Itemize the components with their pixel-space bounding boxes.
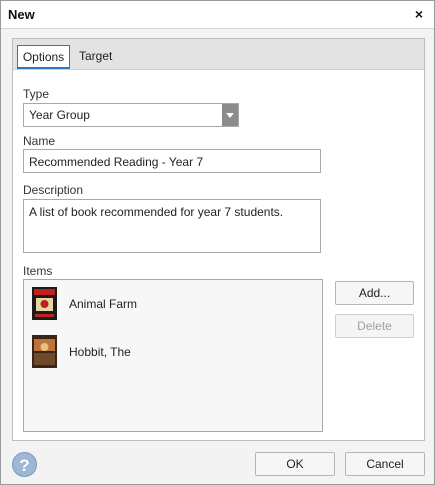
items-label: Items (23, 264, 53, 278)
close-icon[interactable]: × (410, 5, 428, 23)
title-bar: New × (1, 1, 434, 29)
type-select[interactable]: Year Group (23, 103, 239, 127)
list-item-title: Hobbit, The (69, 345, 131, 359)
book-cover-icon (32, 335, 57, 368)
items-list[interactable]: Animal Farm Hobbit, The (23, 279, 323, 432)
description-field[interactable]: A list of book recommended for year 7 st… (23, 199, 321, 253)
options-panel: Options Target Type Year Group Name Reco… (12, 38, 425, 441)
add-button[interactable]: Add... (335, 281, 414, 305)
delete-button[interactable]: Delete (335, 314, 414, 338)
type-label: Type (23, 87, 50, 101)
list-item[interactable]: Hobbit, The (32, 335, 312, 369)
list-item-title: Animal Farm (69, 297, 138, 311)
help-icon[interactable]: ? (12, 452, 37, 477)
dialog-title: New (8, 7, 35, 22)
name-label: Name (23, 134, 56, 148)
tab-strip: Options Target (13, 39, 424, 70)
ok-button[interactable]: OK (255, 452, 335, 476)
name-field[interactable]: Recommended Reading - Year 7 (23, 149, 321, 173)
type-select-value: Year Group (29, 108, 90, 122)
description-field-value: A list of book recommended for year 7 st… (29, 205, 284, 219)
tab-options[interactable]: Options (17, 45, 70, 69)
new-dialog: New × Options Target Type Year Group Nam… (0, 0, 435, 485)
chevron-down-icon[interactable] (222, 104, 238, 126)
book-cover-icon (32, 287, 57, 320)
cancel-button[interactable]: Cancel (345, 452, 425, 476)
tab-target[interactable]: Target (75, 45, 116, 69)
name-field-value: Recommended Reading - Year 7 (29, 155, 204, 169)
list-item[interactable]: Animal Farm (32, 287, 312, 321)
description-label: Description (23, 183, 84, 197)
